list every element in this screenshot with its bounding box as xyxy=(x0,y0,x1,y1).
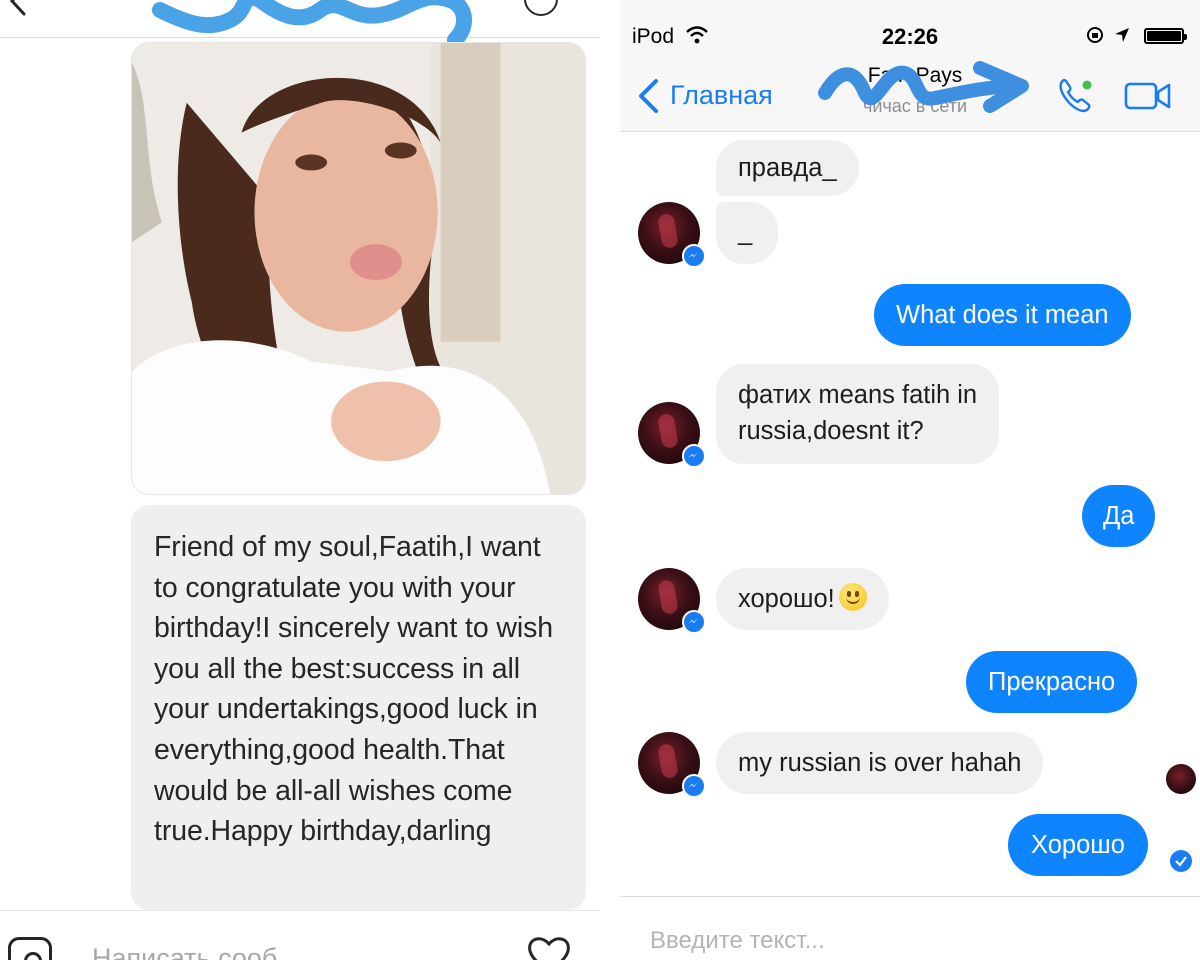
battery-icon xyxy=(1144,28,1187,44)
messenger-badge-icon xyxy=(682,610,706,634)
message-text: Хорошо xyxy=(1031,831,1125,859)
chevron-left-icon[interactable] xyxy=(634,78,662,114)
back-button[interactable]: Главная xyxy=(670,80,773,111)
rotation-lock-icon xyxy=(1087,27,1103,43)
redaction-scribble xyxy=(818,61,1029,113)
instagram-dm-screen: Friend of my soul,Faatih,I want to congr… xyxy=(0,0,600,960)
messenger-badge-icon xyxy=(682,444,706,468)
incoming-message: хорошо! xyxy=(716,568,889,630)
outgoing-message: Хорошо xyxy=(1008,814,1148,876)
composer-bar: Написать сооб... xyxy=(0,910,600,960)
message-text: What does it mean xyxy=(896,301,1109,329)
messenger-badge-icon xyxy=(682,244,706,268)
message-text: Да xyxy=(1103,502,1135,530)
panel-divider xyxy=(600,0,620,960)
message-text: Прекрасно xyxy=(988,668,1116,696)
messenger-badge-icon xyxy=(682,774,706,798)
chat-header: Главная Fa h Pays чйчас в сети xyxy=(620,58,1200,132)
shared-photo[interactable] xyxy=(131,42,586,495)
incoming-message: my russian is over hahah xyxy=(716,732,1044,794)
composer-bar: Введите текст... xyxy=(620,896,1200,960)
heart-icon[interactable] xyxy=(526,935,572,960)
seen-avatar xyxy=(1166,764,1196,794)
dm-header xyxy=(0,0,600,48)
message-text-line-1: фатих means fatih in xyxy=(738,381,978,409)
smile-emoji-icon xyxy=(838,583,867,611)
selfie-image xyxy=(132,43,585,494)
messenger-chat-screen: iPod 22:26 Главная Fa h Pays чйчас в сет… xyxy=(620,0,1200,960)
location-icon xyxy=(1115,28,1129,42)
back-icon[interactable] xyxy=(4,0,34,16)
message-text: правда_ xyxy=(738,154,837,182)
message-input[interactable]: Введите текст... xyxy=(650,927,825,955)
message-text: _ xyxy=(738,218,753,246)
incoming-message: правда_ xyxy=(716,140,859,196)
outgoing-message: Да xyxy=(1082,485,1156,547)
message-text-line-2: russia,doesnt it? xyxy=(738,417,924,445)
incoming-message-bubble: Friend of my soul,Faatih,I want to congr… xyxy=(131,505,586,910)
incoming-message: фатих means fatih in russia,doesnt it? xyxy=(716,364,1000,464)
incoming-message: _ xyxy=(716,202,778,264)
outgoing-message: What does it mean xyxy=(874,284,1131,346)
message-input[interactable]: Написать сооб... xyxy=(92,943,300,960)
message-text: хорошо! xyxy=(738,585,835,613)
message-text: my russian is over hahah xyxy=(738,749,1022,777)
clock: 22:26 xyxy=(881,24,939,49)
camera-icon[interactable] xyxy=(8,937,52,960)
delivered-check-icon xyxy=(1170,850,1192,872)
video-call-icon[interactable] xyxy=(1124,78,1172,114)
outgoing-message: Прекрасно xyxy=(966,651,1138,713)
phone-call-icon[interactable] xyxy=(1056,76,1096,116)
info-icon[interactable] xyxy=(524,0,558,16)
message-text: Friend of my soul,Faatih,I want to congr… xyxy=(154,531,554,848)
